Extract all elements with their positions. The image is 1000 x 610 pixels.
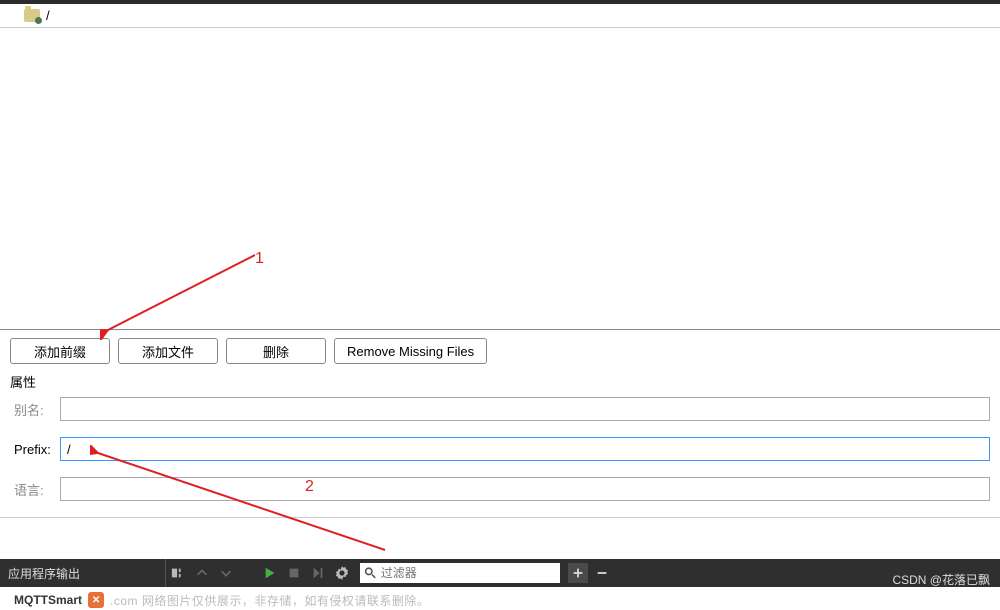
up-icon[interactable] (190, 559, 214, 587)
filter-input[interactable] (381, 566, 556, 580)
status-note: .com 网络图片仅供展示，非存储，如有侵权请联系删除。 (110, 592, 429, 609)
prefix-row: Prefix: (14, 437, 990, 461)
properties-form: 别名: Prefix: 语言: (0, 397, 1000, 501)
alias-input[interactable] (60, 397, 990, 421)
remove-missing-button[interactable]: Remove Missing Files (334, 338, 487, 364)
annotation-label-1: 1 (255, 250, 264, 268)
spacer (0, 517, 1000, 559)
add-prefix-button[interactable]: 添加前缀 (10, 338, 110, 364)
path-text: / (46, 8, 50, 23)
filter-box[interactable] (360, 563, 560, 583)
play-icon[interactable] (258, 559, 282, 587)
alias-row: 别名: (14, 397, 990, 421)
watermark: CSDN @花落已飘 (892, 571, 990, 588)
output-label: 应用程序输出 (0, 565, 165, 582)
properties-title: 属性 (0, 370, 1000, 397)
layout-icon[interactable] (166, 559, 190, 587)
lang-row: 语言: (14, 477, 990, 501)
gear-icon[interactable] (330, 559, 354, 587)
plus-icon[interactable] (568, 563, 588, 583)
step-icon[interactable] (306, 559, 330, 587)
close-badge-icon[interactable]: ✕ (88, 592, 104, 608)
prefix-input[interactable] (60, 437, 990, 461)
add-file-button[interactable]: 添加文件 (118, 338, 218, 364)
path-bar: / (0, 4, 1000, 28)
status-bar: MQTTSmart ✕ .com 网络图片仅供展示，非存储，如有侵权请联系删除。 (0, 587, 1000, 610)
stop-icon[interactable] (282, 559, 306, 587)
search-icon (364, 566, 377, 580)
prefix-label: Prefix: (14, 442, 60, 457)
status-app: MQTTSmart (14, 593, 82, 607)
delete-button[interactable]: 删除 (226, 338, 326, 364)
lang-input[interactable] (60, 477, 990, 501)
alias-label: 别名: (14, 400, 60, 419)
folder-icon (24, 9, 40, 22)
lang-label: 语言: (14, 480, 60, 499)
down-icon[interactable] (214, 559, 238, 587)
button-row: 添加前缀 添加文件 删除 Remove Missing Files (0, 330, 1000, 370)
output-bar: 应用程序输出 (0, 559, 1000, 587)
annotation-label-2: 2 (305, 478, 314, 496)
minus-icon[interactable] (590, 559, 614, 587)
tree-area[interactable] (0, 28, 1000, 330)
